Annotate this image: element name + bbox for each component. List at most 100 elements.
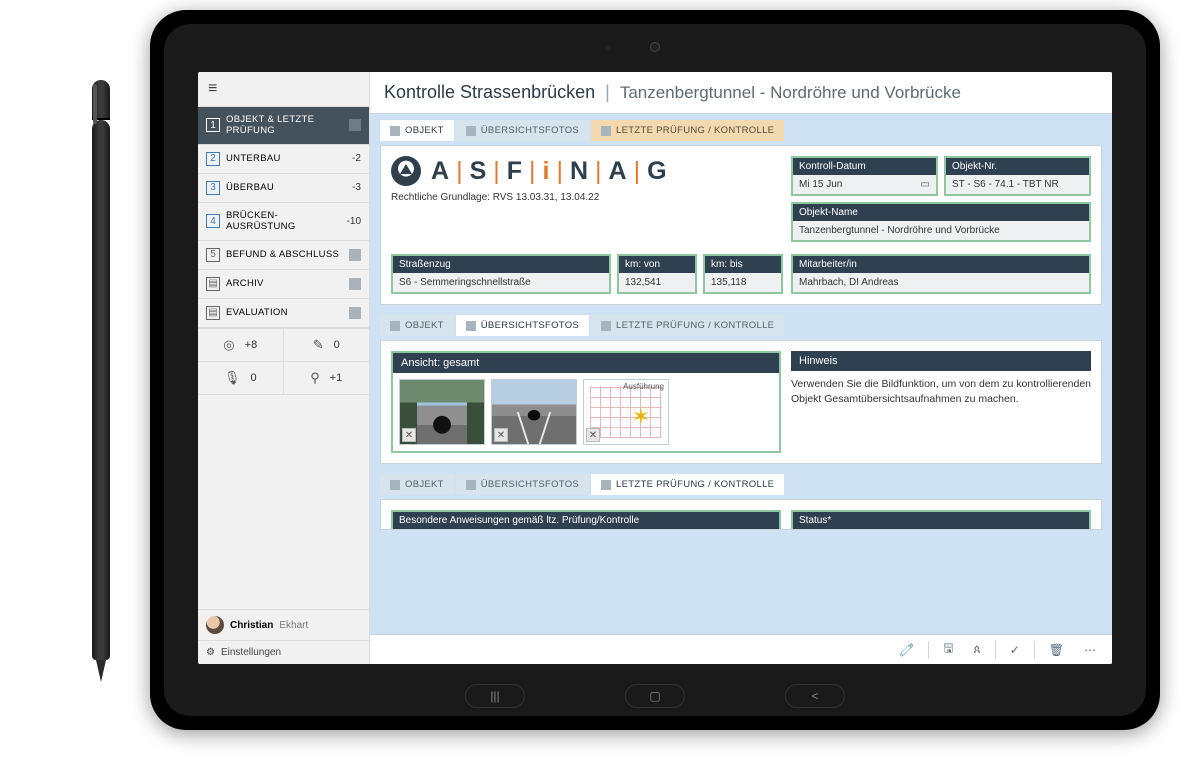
tab-label: LETZTE PRÜFUNG / KONTROLLE	[616, 320, 774, 331]
sidebar-item-archiv[interactable]: ▤ ARCHIV	[198, 270, 369, 299]
app-screen: ≡ 1 OBJEKT & LETZTE PRÜFUNG 2 UNTERBAU -…	[198, 72, 1112, 664]
field-anweisungen: Besondere Anweisungen gemäß ltz. Prüfung…	[391, 510, 781, 529]
photo-thumbnail-1[interactable]: ✕	[399, 379, 485, 445]
sidebar: ≡ 1 OBJEKT & LETZTE PRÜFUNG 2 UNTERBAU -…	[198, 72, 370, 664]
field-km-bis: km: bis 135,118	[703, 254, 783, 294]
hardware-buttons: ||| ▢ <	[465, 684, 845, 708]
field-objekt-nr: Objekt-Nr. ST - S6 - 74.1 - TBT NR	[944, 156, 1091, 196]
legal-basis: Rechtliche Grundlage: RVS 13.03.31, 13.0…	[391, 192, 781, 203]
tab-label: OBJEKT	[405, 125, 444, 136]
checkbox-icon	[601, 321, 611, 331]
checkbox-icon	[466, 126, 476, 136]
tab-label: ÜBERSICHTSFOTOS	[481, 125, 579, 136]
close-icon[interactable]: ✕	[402, 428, 416, 442]
tab-uebersichtsfotos[interactable]: ÜBERSICHTSFOTOS	[456, 315, 589, 336]
tool-pen[interactable]: ✎ 0	[284, 328, 370, 361]
title-separator: |	[601, 82, 614, 103]
hw-back-button[interactable]: <	[785, 684, 845, 708]
scroll-area[interactable]: OBJEKT ÜBERSICHTSFOTOS LETZTE PRÜFUNG / …	[370, 114, 1112, 634]
diagram-thumbnail[interactable]: Ausführung ✕	[583, 379, 669, 445]
field-label: Kontroll-Datum	[793, 158, 936, 175]
page-subtitle: Tanzenbergtunnel - Nordröhre und Vorbrüc…	[620, 83, 961, 103]
sidebar-item-unterbau[interactable]: 2 UNTERBAU -2	[198, 145, 369, 174]
confirm-button[interactable]: ✓	[1002, 640, 1028, 660]
field-objekt-name: Objekt-Name Tanzenbergtunnel - Nordröhre…	[791, 202, 1091, 242]
field-kontroll-datum[interactable]: Kontroll-Datum Mi 15 Jun ▭	[791, 156, 938, 196]
photo-thumbnail-2[interactable]: ✕	[491, 379, 577, 445]
tab-uebersichtsfotos[interactable]: ÜBERSICHTSFOTOS	[456, 120, 589, 141]
attach-button[interactable]: 🧷	[891, 640, 922, 660]
doc-icon: 3	[206, 181, 220, 195]
asfinag-logo: A| S| F| i| N| A| G	[391, 156, 781, 186]
field-km-von: km: von 132,541	[617, 254, 697, 294]
tab-label: OBJEKT	[405, 479, 444, 490]
avatar	[206, 616, 224, 634]
tab-label: LETZTE PRÜFUNG / KONTROLLE	[616, 125, 774, 136]
tab-objekt[interactable]: OBJEKT	[380, 474, 454, 495]
close-icon[interactable]: ✕	[494, 428, 508, 442]
sidebar-item-label: UNTERBAU	[226, 153, 346, 164]
check-icon	[349, 278, 361, 290]
tab-uebersichtsfotos[interactable]: ÜBERSICHTSFOTOS	[456, 474, 589, 495]
settings-row[interactable]: ⚙ Einstellungen	[198, 640, 369, 664]
doc-icon: 1	[206, 118, 220, 132]
user-row[interactable]: Christian Ekhart	[198, 609, 369, 640]
settings-label: Einstellungen	[221, 647, 281, 658]
field-label: km: von	[619, 256, 695, 273]
doc-icon: ▤	[206, 306, 220, 320]
calendar-icon[interactable]: ▭	[921, 179, 930, 190]
tool-key[interactable]: ⚲ +1	[284, 361, 370, 394]
sidebar-nav: 1 OBJEKT & LETZTE PRÜFUNG 2 UNTERBAU -2 …	[198, 107, 369, 328]
tab-letzte-pruefung[interactable]: LETZTE PRÜFUNG / KONTROLLE	[591, 315, 784, 336]
hw-home-button[interactable]: ▢	[625, 684, 685, 708]
sidebar-item-count: -3	[352, 182, 361, 193]
tab-label: ÜBERSICHTSFOTOS	[481, 320, 579, 331]
user-first-name: Christian	[230, 620, 273, 631]
panel-objekt: A| S| F| i| N| A| G Rechtliche Grundlage…	[380, 145, 1102, 305]
doc-icon: 2	[206, 152, 220, 166]
field-value: Mi 15 Jun	[799, 179, 842, 190]
sidebar-item-evaluation[interactable]: ▤ EVALUATION	[198, 299, 369, 328]
sidebar-item-ueberbau[interactable]: 3 ÜBERBAU -3	[198, 174, 369, 203]
close-icon[interactable]: ✕	[586, 428, 600, 442]
checkbox-icon	[466, 480, 476, 490]
pencil-icon: ✎	[313, 337, 324, 353]
sensor-dot	[605, 45, 611, 51]
field-strassenzug: Straßenzug S6 - Semmeringschnellstraße	[391, 254, 611, 294]
sidebar-item-objekt-letzte-pruefung[interactable]: 1 OBJEKT & LETZTE PRÜFUNG	[198, 107, 369, 145]
hint-label: Hinweis	[791, 351, 1091, 371]
field-label: Besondere Anweisungen gemäß ltz. Prüfung…	[393, 512, 779, 529]
tab-objekt[interactable]: OBJEKT	[380, 120, 454, 141]
sidebar-item-befund-abschluss[interactable]: 5 BEFUND & ABSCHLUSS	[198, 241, 369, 270]
tool-mic[interactable]: 🎙 0	[198, 361, 284, 394]
hint-text: Verwenden Sie die Bildfunktion, um von d…	[791, 377, 1091, 406]
field-value: Tanzenbergtunnel - Nordröhre und Vorbrüc…	[793, 221, 1089, 240]
checkbox-icon	[601, 480, 611, 490]
sidebar-item-brueckenausruestung[interactable]: 4 BRÜCKEN-AUSRÜSTUNG -10	[198, 203, 369, 241]
tab-letzte-pruefung[interactable]: LETZTE PRÜFUNG / KONTROLLE	[591, 474, 784, 495]
field-value: 132,541	[619, 273, 695, 292]
checkbox-icon	[390, 480, 400, 490]
photo-gallery: Ansicht: gesamt ✕ ✕ Ausführung	[391, 351, 781, 453]
key-icon: ⚲	[310, 370, 320, 386]
tabs-3: OBJEKT ÜBERSICHTSFOTOS LETZTE PRÜFUNG / …	[380, 474, 1102, 495]
assign-user-button[interactable]: ጰ	[966, 639, 989, 660]
trash-icon: 🗑	[1049, 643, 1064, 657]
tabs-1: OBJEKT ÜBERSICHTSFOTOS LETZTE PRÜFUNG / …	[380, 120, 1102, 141]
sidebar-item-count: -2	[352, 153, 361, 164]
tab-objekt[interactable]: OBJEKT	[380, 315, 454, 336]
tool-camera[interactable]: ◎ +8	[198, 328, 284, 361]
tab-letzte-pruefung[interactable]: LETZTE PRÜFUNG / KONTROLLE	[591, 120, 784, 141]
more-button[interactable]: ⋯	[1076, 640, 1104, 660]
logo-mark-icon	[391, 156, 421, 186]
menu-icon[interactable]: ≡	[198, 72, 369, 107]
field-label: Straßenzug	[393, 256, 609, 273]
page-title-bar: Kontrolle Strassenbrücken | Tanzenbergtu…	[370, 72, 1112, 114]
field-label: Status*	[793, 512, 1089, 529]
save-button[interactable]: 🖫	[935, 636, 961, 663]
save-icon: 🖫	[943, 639, 953, 660]
front-camera	[650, 42, 660, 52]
delete-button[interactable]: 🗑	[1041, 640, 1072, 660]
gallery-label: Ansicht: gesamt	[393, 353, 779, 373]
hw-recents-button[interactable]: |||	[465, 684, 525, 708]
